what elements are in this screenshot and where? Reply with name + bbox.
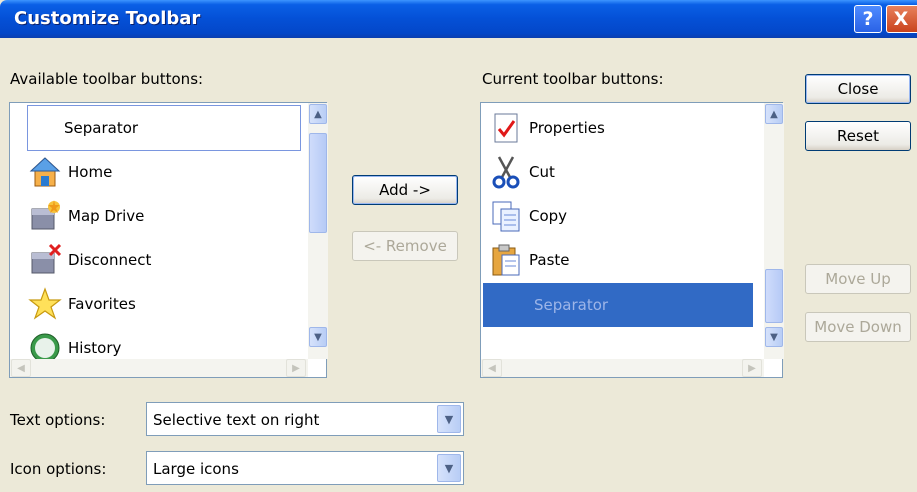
close-button[interactable]: Close — [805, 74, 911, 104]
chevron-down-icon[interactable]: ▼ — [437, 405, 461, 433]
scroll-down-icon[interactable]: ▼ — [309, 327, 327, 347]
text-options-value: Selective text on right — [153, 411, 320, 429]
list-item[interactable]: Favorites — [22, 282, 136, 326]
scroll-thumb[interactable] — [309, 133, 327, 233]
move-up-button[interactable]: Move Up — [805, 264, 911, 294]
properties-icon — [489, 111, 523, 145]
list-item[interactable]: Disconnect — [22, 238, 151, 282]
window-title: Customize Toolbar — [14, 8, 201, 29]
scroll-right-icon[interactable]: ▶ — [286, 359, 306, 377]
help-icon: ? — [862, 8, 874, 30]
available-buttons-list[interactable]: Separator Home Map Drive Disconnect Favo… — [9, 102, 328, 378]
current-buttons-list[interactable]: Properties Cut Copy Paste Separator ▲ ▼ — [480, 102, 784, 378]
close-window-button[interactable]: X — [886, 5, 917, 33]
text-options-select[interactable]: Selective text on right ▼ — [146, 402, 464, 436]
add-button[interactable]: Add -> — [352, 175, 458, 205]
map-drive-icon — [28, 199, 62, 233]
list-item[interactable]: Cut — [483, 150, 555, 194]
scroll-thumb[interactable] — [765, 269, 783, 323]
list-item[interactable]: History — [22, 326, 121, 359]
paste-icon — [489, 243, 523, 277]
text-options-label: Text options: — [10, 411, 106, 429]
scroll-down-icon[interactable]: ▼ — [765, 327, 783, 347]
list-item[interactable]: Copy — [483, 194, 567, 238]
horizontal-scrollbar[interactable]: ◀ ▶ — [481, 359, 764, 377]
icon-options-value: Large icons — [153, 460, 239, 478]
title-bar: Customize Toolbar ? X — [0, 0, 917, 38]
scroll-left-icon[interactable]: ◀ — [482, 359, 502, 377]
cut-icon — [489, 155, 523, 189]
icon-options-label: Icon options: — [10, 460, 107, 478]
list-item-selected[interactable]: Separator — [483, 283, 753, 327]
horizontal-scrollbar[interactable]: ◀ ▶ — [10, 359, 308, 377]
list-item[interactable]: Paste — [483, 238, 570, 282]
available-buttons-label: Available toolbar buttons: — [10, 70, 204, 88]
list-item[interactable]: Map Drive — [22, 194, 144, 238]
history-icon — [28, 331, 62, 359]
icon-options-select[interactable]: Large icons ▼ — [146, 451, 464, 485]
move-down-button[interactable]: Move Down — [805, 312, 911, 342]
scroll-right-icon[interactable]: ▶ — [742, 359, 762, 377]
home-icon — [28, 155, 62, 189]
close-icon: X — [893, 8, 909, 30]
scroll-up-icon[interactable]: ▲ — [765, 104, 783, 124]
vertical-scrollbar[interactable]: ▲ ▼ — [764, 103, 784, 359]
disconnect-icon — [28, 243, 62, 277]
list-item[interactable]: Separator — [27, 105, 301, 151]
list-item[interactable]: Home — [22, 150, 112, 194]
current-buttons-label: Current toolbar buttons: — [482, 70, 664, 88]
scroll-left-icon[interactable]: ◀ — [11, 359, 31, 377]
reset-button[interactable]: Reset — [805, 121, 911, 151]
scroll-up-icon[interactable]: ▲ — [309, 104, 327, 124]
remove-button[interactable]: <- Remove — [352, 231, 458, 261]
copy-icon — [489, 199, 523, 233]
chevron-down-icon[interactable]: ▼ — [437, 454, 461, 482]
list-item[interactable]: Properties — [483, 106, 605, 150]
vertical-scrollbar[interactable]: ▲ ▼ — [308, 103, 328, 359]
favorites-icon — [28, 287, 62, 321]
help-button[interactable]: ? — [854, 5, 882, 33]
